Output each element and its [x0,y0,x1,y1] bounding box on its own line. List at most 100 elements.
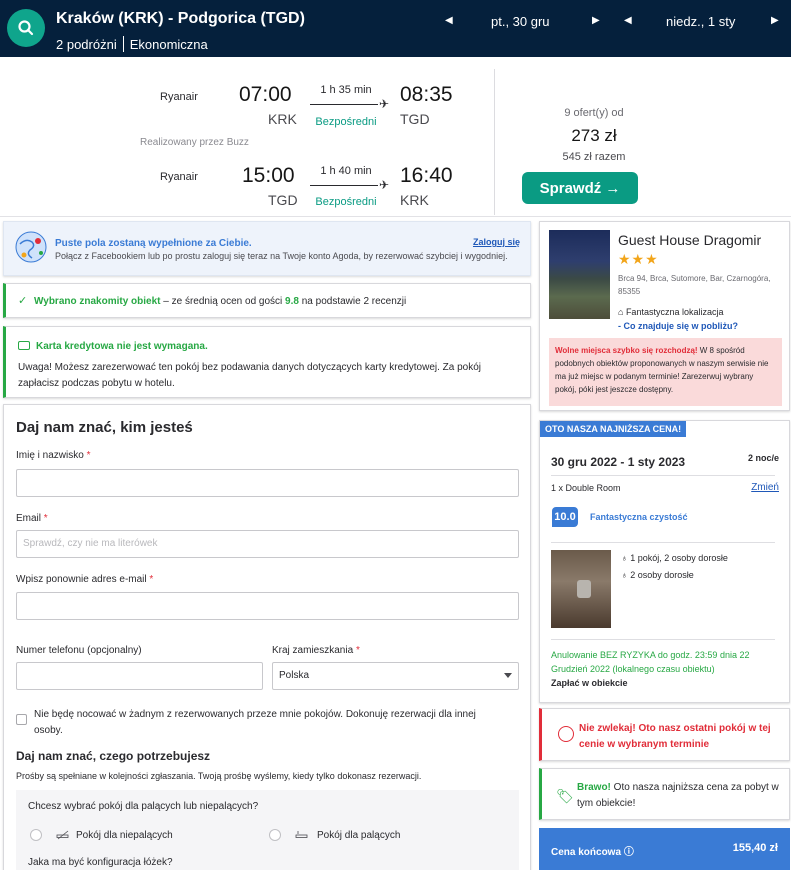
final-price-bar: Cena końcowa ⓘ 155,40 zł [539,828,790,870]
facebook-prompt-title: Puste pola zostaną wypełnione za Ciebie. [55,238,252,249]
smoking-icon [295,831,308,838]
room-preferences-panel: Chcesz wybrać pokój dla palących lub nie… [16,790,519,870]
return-route-line [310,185,378,186]
outbound-duration: 1 h 35 min [320,84,372,96]
divider [494,69,495,215]
outbound-dep-time: 07:00 [239,83,292,106]
required-mark: * [86,450,91,461]
return-duration: 1 h 40 min [320,165,372,177]
booking-summary: OTO NASZA NAJNIŻSZA CENA! 30 gru 2022 - … [539,420,790,703]
next-return-date-arrow[interactable]: ▶ [771,15,779,26]
guest-details-form: Daj nam znać, kim jesteś Imię i nazwisko… [3,404,531,870]
smoking-radio[interactable] [269,829,281,841]
needs-heading: Daj nam znać, czego potrzebujesz [16,749,211,763]
depart-date[interactable]: pt., 30 gru [491,14,550,29]
last-room-text: Nie zwlekaj! Oto nasz ostatni pokój w te… [579,723,771,750]
required-mark: * [355,645,360,656]
non-smoking-radio[interactable] [30,829,42,841]
info-icon[interactable]: ⓘ [624,847,634,858]
cleanliness-score: 10.0 [552,507,578,527]
no-smoking-icon [56,830,69,840]
lowest-price-text: Brawo! Oto nasza najniższa cena za pobyt… [577,780,782,812]
lowest-price-badge: OTO NASZA NAJNIŻSZA CENA! [540,421,687,437]
no-credit-card-notice: Karta kredytowa nie jest wymagana. Uwaga… [3,326,531,398]
non-smoking-label: Pokój dla niepalących [76,830,173,841]
plane-icon: ✈ [379,97,390,111]
great-property-rest-after: na podstawie 2 recenzji [298,296,407,307]
great-property-text: Wybrano znakomity obiekt – ze średnią oc… [34,296,406,307]
email-label-text: Email [16,513,42,524]
next-depart-date-arrow[interactable]: ▶ [592,15,600,26]
flight-price: 273 zł [571,126,617,145]
credit-card-icon [18,341,30,350]
pay-at-property: Zapłać w obiekcie [551,678,628,688]
great-property-rest-before: – ze średnią ocen od gości [160,296,286,307]
country-label-text: Kraj zamieszkania [272,645,354,656]
final-price-value: 155,40 zł [732,842,778,854]
trip-details[interactable]: 2 podróżni Ekonomiczna [56,36,208,52]
nearby-link[interactable]: - Co znajduje się w pobliżu? [618,321,738,331]
prev-return-date-arrow[interactable]: ◀ [624,15,632,26]
travelers-count: 2 podróżni [56,36,117,52]
route-title[interactable]: Kraków (KRK) - Podgorica (TGD) [56,10,305,28]
facebook-prompt-text: Połącz z Facebookiem lub po prostu zalog… [55,251,508,261]
phone-label: Numer telefonu (opcjonalny) [16,645,142,656]
occupancy: ♁ 1 pokój, 2 osoby dorosłe [621,553,728,563]
prev-depart-date-arrow[interactable]: ◀ [445,15,453,26]
room-photo[interactable] [551,550,611,628]
return-stops: Bezpośredni [315,196,377,208]
phone-input[interactable] [16,662,263,690]
check-flight-button[interactable]: Sprawdź → [522,172,638,204]
email-confirm-input[interactable] [16,592,519,620]
hotel-summary: Guest House Dragomir ★★★ Brca 94, Brca, … [539,221,790,411]
outbound-route-line [310,104,378,105]
name-label: Imię i nazwisko * [16,450,91,461]
outbound-dep-airport: KRK [268,111,297,127]
email-confirm-label-text: Wpisz ponownie adres e-mail [16,574,147,585]
return-arr-airport: KRK [400,192,429,208]
people-icon: ♁ [621,570,631,580]
great-property-notice: ✓ Wybrano znakomity obiekt – ze średnią … [3,283,531,318]
return-airline: Ryanair [160,171,198,183]
hotel-name: Guest House Dragomir [618,232,762,248]
country-label: Kraj zamieszkania * [272,645,360,656]
flight-summary: Ryanair 07:00 KRK 1 h 35 min ✈ Bezpośred… [0,57,791,217]
country-value: Polska [279,670,310,681]
occupancy-text: 1 pokój, 2 osoby dorosłe [630,553,728,563]
bravo-bold: Brawo! [577,782,611,793]
country-select[interactable]: Polska [272,662,519,690]
search-header: Kraków (KRK) - Podgorica (TGD) 2 podróżn… [0,0,791,57]
room-type: 1 x Double Room [551,483,621,493]
last-room-alert: Nie zwlekaj! Oto nasz ostatni pokój w te… [539,708,790,761]
facebook-login-prompt: Puste pola zostaną wypełnione za Ciebie.… [3,221,531,276]
email-confirm-label: Wpisz ponownie adres e-mail * [16,574,153,585]
email-label: Email * [16,513,48,524]
divider [551,639,775,640]
name-input[interactable] [16,469,519,497]
divider [551,542,775,543]
divider [122,36,124,52]
smoking-question: Chcesz wybrać pokój dla palących lub nie… [28,801,259,812]
great-property-score: 9.8 [285,296,299,307]
nights-count: 2 noc/e [747,453,779,463]
location-pin-icon: ⌂ [618,307,626,317]
hotel-photo[interactable] [549,230,610,319]
lowest-price-notice: 🏷 Brawo! Oto nasza najniższa cena za pob… [539,768,790,820]
cabin-class: Ekonomiczna [129,36,208,52]
person-icon: ♁ [621,553,631,563]
outbound-stops: Bezpośredni [315,116,377,128]
change-room-link[interactable]: Zmień [751,482,779,493]
cleanliness-label: Fantastyczna czystość [590,512,688,522]
location-rating-text: Fantastyczna lokalizacja [625,307,724,317]
plane-icon: ✈ [379,178,390,192]
search-icon [18,20,34,36]
email-input[interactable]: Sprawdź, czy nie ma literówek [16,530,519,558]
search-button[interactable] [7,9,45,47]
offers-count: 9 ofert(y) od [564,107,624,119]
return-date[interactable]: niedz., 1 sty [666,14,735,29]
card-notice-title: Karta kredytowa nie jest wymagana. [36,341,208,352]
not-staying-checkbox[interactable] [16,714,27,725]
login-link[interactable]: Zaloguj się [473,237,520,247]
guests-text: 2 osoby dorosłe [630,570,694,580]
bed-question: Jaka ma być konfiguracja łóżek? [28,857,173,868]
